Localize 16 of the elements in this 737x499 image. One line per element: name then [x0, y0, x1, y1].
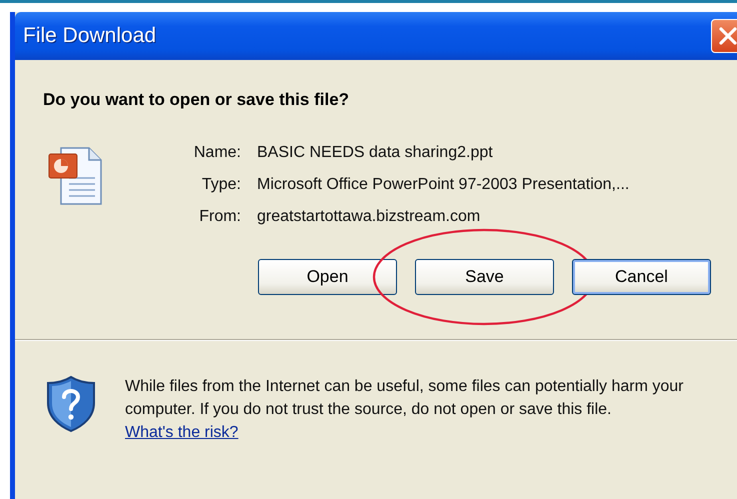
dialog-button[interactable]: Cancel: [572, 259, 711, 295]
field-label: Type:: [200, 176, 241, 194]
close-icon: [717, 25, 737, 47]
question-text: Do you want to open or save this file?: [43, 90, 350, 110]
field-value: greatstartottawa.bizstream.com: [257, 208, 480, 226]
dialog-button[interactable]: Save: [415, 259, 554, 295]
field-label: From:: [198, 208, 241, 226]
field-value: Microsoft Office PowerPoint 97-2003 Presentation,...: [257, 176, 630, 194]
field-value: BASIC NEEDS data sharing2.ppt: [257, 144, 493, 162]
dialog-button[interactable]: Open: [258, 259, 397, 295]
security-shield-icon: [45, 375, 97, 433]
window-title: File Download: [23, 24, 156, 48]
close-button[interactable]: [711, 19, 737, 53]
field-label: Name:: [192, 144, 241, 162]
risk-link[interactable]: What's the risk?: [125, 424, 238, 441]
warning-text: While files from the Internet can be useful, some files can potentially harm your computer. If you do not trust the source, do not open or save this file. What's the risk?: [125, 377, 684, 443]
